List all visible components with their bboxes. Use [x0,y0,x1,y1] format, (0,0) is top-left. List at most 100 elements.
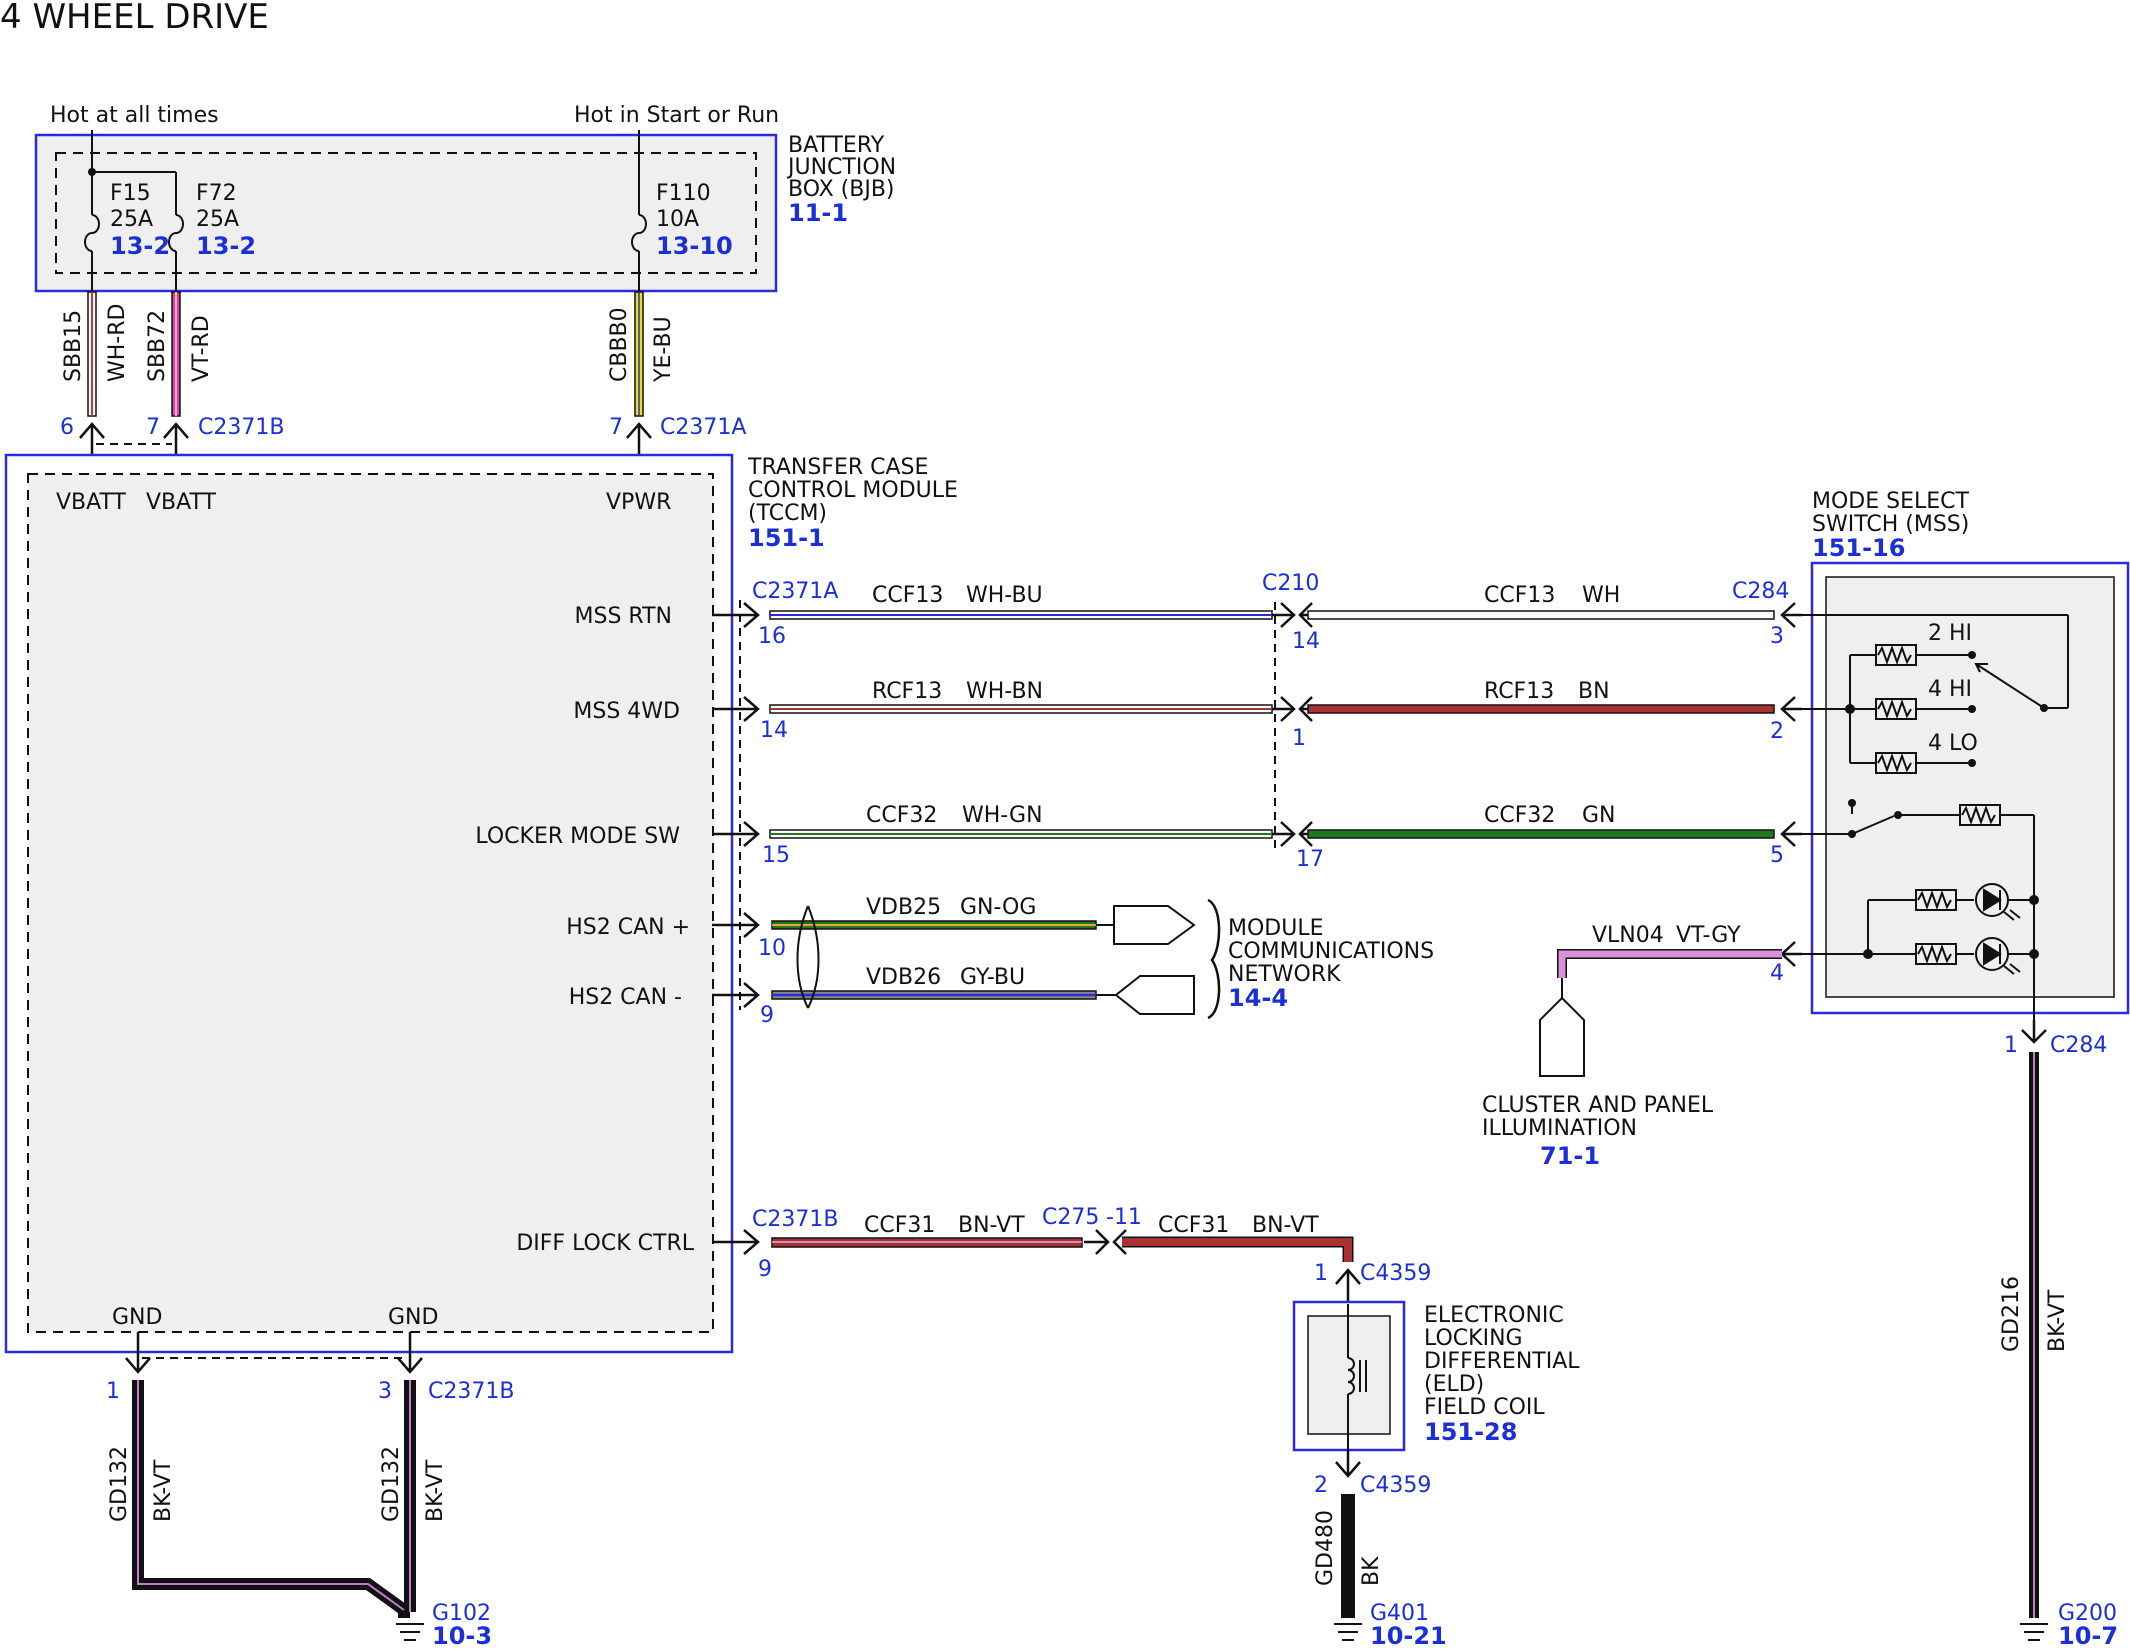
connector-c2371b-top: C2371B [198,415,284,440]
fuse-f15-ref: 13-2 [110,232,170,260]
wiring-diagram: 4 WHEEL DRIVE Hot at all times Hot in St… [0,0,2130,1649]
wire-ccf32-left-circuit: CCF32 [866,803,937,828]
connector-c275-pin: -11 [1106,1205,1142,1230]
eld-name-2: LOCKING [1424,1326,1523,1351]
mcn-ref: 14-4 [1228,984,1288,1012]
wire-vln04-color: VT-GY [1676,923,1741,948]
ground-g200-ref: 10-7 [2058,1622,2118,1649]
connector-c2371a-left: C2371A [752,579,838,604]
wire-sbb15-circuit: SBB15 [61,310,86,382]
mcn-name-1: MODULE [1228,916,1324,941]
wire-cbbb0 [634,291,644,417]
ground-icon [396,1623,424,1641]
wire-ccf32-wh-gn [769,829,1273,839]
wire-gd132-1-circuit: GD132 [107,1446,132,1522]
pin-label-diff-lock-ctrl: DIFF LOCK CTRL [516,1231,694,1256]
mss-pos-4lo: 4 LO [1928,731,1978,756]
connector-arrow-icon [1084,1229,1110,1255]
pin-label-gnd-1: GND [112,1305,162,1330]
wire-rcf13-right-color: BN [1578,679,1610,704]
connector-c275: C275 [1042,1205,1099,1230]
connector-c4359-top: C4359 [1360,1261,1431,1286]
wire-ccf13-right-color: WH [1582,583,1620,608]
wire-sbb15 [87,291,97,417]
wire-sbb72 [171,291,181,417]
pin-gnd-1: 1 [106,1379,120,1404]
c284-arrows [1780,602,1802,967]
wire-ccf31-1-circuit: CCF31 [864,1213,935,1238]
ground-g102-ref: 10-3 [432,1622,492,1649]
tccm-name-3: (TCCM) [748,501,827,526]
eld-ref: 151-28 [1424,1418,1517,1446]
wire-gd132-bk-vt [132,1380,416,1618]
ground-icon [2020,1623,2048,1641]
pin-c284-5: 5 [1770,843,1784,868]
pin-c284-3: 3 [1770,624,1784,649]
tccm-ref: 151-1 [748,524,825,552]
eld-name-5: FIELD COIL [1424,1395,1545,1420]
eld-name-3: DIFFERENTIAL [1424,1349,1580,1374]
wire-sbb72-color: VT-RD [189,315,214,382]
mcn-connector-1-icon [1113,905,1196,945]
pin-14: 14 [760,718,788,743]
pin-eld-1: 1 [1314,1261,1328,1286]
eld-name-4: (ELD) [1424,1372,1484,1397]
mss-name-1: MODE SELECT [1812,489,1970,514]
pin-mss-gnd-1: 1 [2004,1033,2018,1058]
wire-vdb25-color: GN-OG [960,895,1036,920]
wire-gd480-circuit: GD480 [1313,1510,1338,1586]
wire-ccf32-left-color: WH-GN [962,803,1043,828]
wire-gd132-1-color: BK-VT [151,1459,176,1522]
wire-ccf31-2-circuit: CCF31 [1158,1213,1229,1238]
connector-c210: C210 [1262,571,1319,596]
pin-7-vpwr: 7 [609,415,623,440]
eld-name-1: ELECTRONIC [1424,1303,1564,1328]
pin-c210-1: 1 [1292,726,1306,751]
page-title: 4 WHEEL DRIVE [0,0,269,37]
pin-15: 15 [762,843,790,868]
connector-c2371b-gnd: C2371B [428,1379,514,1404]
pin-label-gnd-2: GND [388,1305,438,1330]
wire-gd132-2-circuit: GD132 [379,1446,404,1522]
wire-ccf13-left-color: WH-BU [966,583,1043,608]
fuse-f72-amp: 25A [196,207,239,232]
hot-at-all-times-label: Hot at all times [50,103,219,128]
pin-gnd-3: 3 [378,1379,392,1404]
tccm-name-1: TRANSFER CASE [747,455,928,480]
fuse-f15-id: F15 [110,181,151,206]
bjb-ref: 11-1 [788,199,848,227]
wire-gd216-color: BK-VT [2045,1289,2070,1352]
pin-10: 10 [758,936,786,961]
wire-vln04-vt-gy [1557,949,1782,978]
wire-ccf32-right-circuit: CCF32 [1484,803,1555,828]
fuse-f72-id: F72 [196,181,237,206]
wire-gd480-bk [1341,1494,1355,1618]
wire-cbbb0-circuit: CBBB0 [607,307,632,382]
brace-icon [1207,898,1221,1020]
wire-rcf13-left-color: WH-BN [966,679,1043,704]
pin-label-vbatt-1: VBATT [56,490,127,515]
hot-in-start-run-label: Hot in Start or Run [574,103,779,128]
wire-sbb15-color: WH-RD [105,304,130,382]
wire-ccf31-bn-vt-2 [1122,1236,1354,1262]
wire-rcf13-left-circuit: RCF13 [872,679,942,704]
fuse-f110-ref: 13-10 [656,232,733,260]
pin-label-hs2-can-minus: HS2 CAN - [569,985,682,1010]
wire-vdb26-color: GY-BU [960,965,1025,990]
connector-arrow-icon [1335,1450,1361,1478]
wire-vdb26-gy-bu [771,990,1097,1000]
pin-16: 16 [758,624,786,649]
wire-rcf13-right-circuit: RCF13 [1484,679,1554,704]
mcn-name-2: COMMUNICATIONS [1228,939,1434,964]
mss-ref: 151-16 [1812,534,1905,562]
mss-pos-2hi: 2 HI [1928,621,1972,646]
wire-rcf13-bn [1307,704,1775,714]
ground-g401-ref: 10-21 [1370,1622,1447,1649]
illumination-connector-icon [1539,996,1585,1077]
pin-c210-17: 17 [1296,847,1324,872]
wire-gd216-bk-vt [2029,1052,2039,1618]
wire-gd132-2-color: BK-VT [423,1459,448,1522]
illumination-ref: 71-1 [1540,1142,1600,1170]
mss-pos-4hi: 4 HI [1928,677,1972,702]
fuse-f110-amp: 10A [656,207,699,232]
